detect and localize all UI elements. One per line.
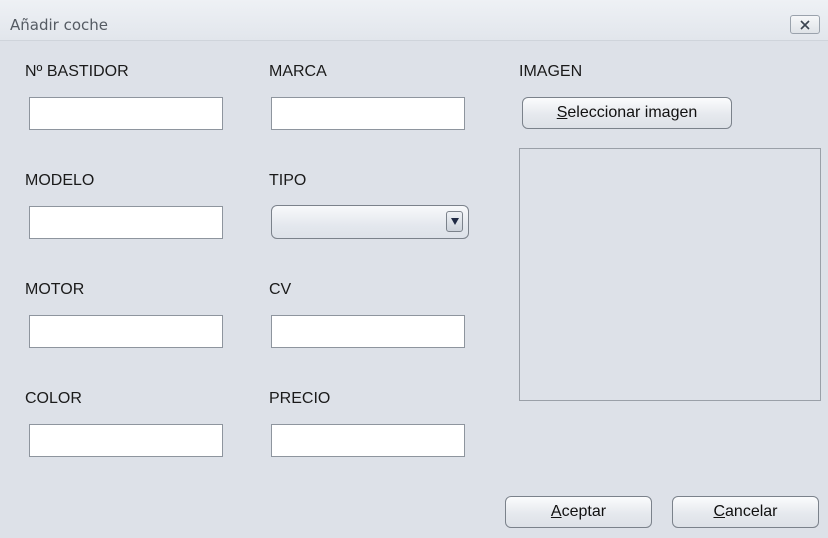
bastidor-label: Nº BASTIDOR — [25, 63, 129, 80]
modelo-label: MODELO — [25, 172, 95, 189]
window-title: Añadir coche — [10, 16, 108, 34]
accept-button[interactable]: Aceptar — [505, 496, 652, 528]
cancel-label: ancelar — [725, 503, 778, 520]
modelo-input[interactable] — [29, 206, 223, 239]
precio-label: PRECIO — [269, 390, 331, 407]
select-image-button[interactable]: Seleccionar imagen — [522, 97, 732, 129]
cv-label: CV — [269, 281, 292, 298]
color-label: COLOR — [25, 390, 82, 407]
tipo-select[interactable] — [271, 205, 469, 239]
accept-mnemonic: A — [550, 503, 562, 520]
title-bar: Añadir coche — [0, 0, 828, 41]
cancel-mnemonic: C — [713, 503, 726, 520]
cancel-button[interactable]: Cancelar — [672, 496, 819, 528]
dropdown-arrow-icon[interactable] — [446, 211, 463, 232]
cv-input[interactable] — [271, 315, 465, 348]
precio-input[interactable] — [271, 424, 465, 457]
close-button[interactable] — [790, 15, 820, 34]
select-image-mnemonic: S — [556, 104, 568, 121]
color-input[interactable] — [29, 424, 223, 457]
tipo-label: TIPO — [269, 172, 307, 189]
imagen-label: IMAGEN — [519, 63, 583, 80]
close-x-icon — [800, 19, 810, 30]
marca-label: MARCA — [269, 63, 327, 80]
image-preview-panel — [519, 148, 821, 401]
bastidor-input[interactable] — [29, 97, 223, 130]
motor-input[interactable] — [29, 315, 223, 348]
marca-input[interactable] — [271, 97, 465, 130]
select-image-label: eleccionar imagen — [567, 104, 698, 121]
motor-label: MOTOR — [25, 281, 85, 298]
accept-label: ceptar — [561, 503, 607, 520]
